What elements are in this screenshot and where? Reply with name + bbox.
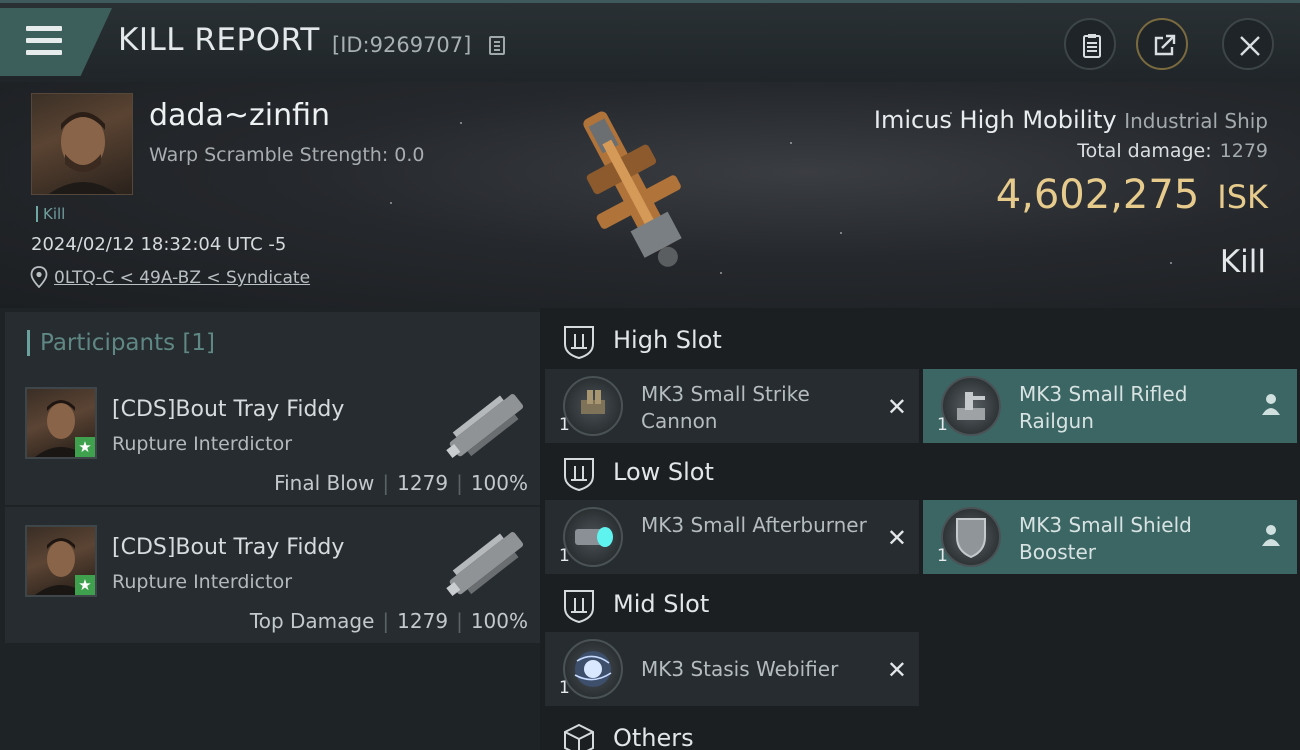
isk-unit: ISK (1217, 178, 1268, 216)
participant-damage: 1279 (397, 609, 449, 633)
participants-panel: Participants [1] ★ [CDS]Bout Tray Fiddy … (0, 308, 540, 750)
participants-title: Participants [1] (27, 330, 215, 356)
module-name: MK3 Small Strike Cannon (641, 382, 810, 433)
destroyed-x-icon: ✕ (886, 656, 907, 684)
ship-type-name: Imicus High Mobility (873, 106, 1117, 134)
ship-class: Industrial Ship (1124, 109, 1268, 133)
module-name: MK3 Small Shield Booster (1019, 513, 1192, 564)
close-icon (1240, 36, 1260, 56)
clipboard-icon (1083, 34, 1101, 58)
module-item[interactable]: 1 MK3 Small Shield Booster (923, 500, 1297, 574)
fitted-person-icon (1262, 525, 1280, 546)
module-quantity: 1 (559, 546, 570, 566)
low-slot-header: Low Slot (540, 442, 1300, 502)
module-item[interactable]: 1 MK3 Small Rifled Railgun (923, 369, 1297, 443)
participant-ship-image (446, 532, 524, 597)
strike-cannon-icon (563, 376, 623, 436)
low-slot-icon (564, 458, 594, 492)
copy-id-icon[interactable] (489, 36, 505, 55)
kill-result-label: Kill (1219, 244, 1266, 280)
module-item[interactable]: 1 MK3 Small Afterburner ✕ (545, 500, 919, 574)
fitting-panel: High Slot 1 MK3 Small Strike Cannon ✕ 1 … (540, 308, 1300, 750)
isk-value: 4,602,275 ISK (996, 172, 1268, 218)
railgun-icon (941, 376, 1001, 436)
participant-damage-percent: 100% (470, 471, 528, 495)
shield-booster-icon (941, 507, 1001, 567)
victim-avatar[interactable] (31, 93, 133, 195)
participant-role: Top Damage (249, 609, 375, 633)
victim-ship-image (583, 111, 682, 267)
header-accent-line (0, 0, 1300, 3)
module-name: MK3 Small Rifled Railgun (1019, 382, 1188, 433)
corp-member-star-icon: ★ (75, 437, 95, 457)
participant-ship: Rupture Interdictor (112, 433, 292, 455)
participant-row[interactable]: ★ [CDS]Bout Tray Fiddy Rupture Interdict… (5, 369, 540, 505)
total-damage: Total damage: 1279 (1077, 140, 1268, 162)
participant-stats: Final Blow | 1279 | 100% (274, 471, 528, 495)
kill-location-link[interactable]: 0LTQ-C < 49A-BZ < Syndicate (54, 268, 310, 288)
page-title: KILL REPORT (118, 22, 320, 58)
close-button[interactable] (1222, 18, 1274, 70)
module-item[interactable]: 1 MK3 Small Strike Cannon ✕ (545, 369, 919, 443)
participant-name[interactable]: [CDS]Bout Tray Fiddy (112, 397, 344, 422)
stasis-webifier-icon (563, 639, 623, 699)
victim-portrait-icon (48, 112, 118, 194)
module-name: MK3 Stasis Webifier (641, 657, 839, 681)
participant-ship: Rupture Interdictor (112, 571, 292, 593)
low-slot-label: Low Slot (613, 458, 714, 486)
kill-tag: Kill (36, 206, 65, 222)
module-quantity: 1 (937, 415, 948, 435)
fitted-person-icon (1262, 394, 1280, 415)
victim-name[interactable]: dada~zinfin (149, 98, 330, 133)
report-id: [ID:9269707] (332, 33, 472, 57)
participant-ship-image (446, 394, 524, 459)
participant-damage: 1279 (397, 471, 449, 495)
cargo-box-icon (564, 723, 594, 750)
share-icon (1154, 34, 1176, 56)
participant-role: Final Blow (274, 471, 375, 495)
menu-button[interactable] (0, 8, 112, 76)
isk-amount: 4,602,275 (995, 172, 1200, 218)
warp-scramble-strength: Warp Scramble Strength: 0.0 (149, 144, 425, 166)
participant-name[interactable]: [CDS]Bout Tray Fiddy (112, 535, 344, 560)
kill-timestamp: 2024/02/12 18:32:04 UTC -5 (31, 234, 287, 255)
clipboard-button[interactable] (1064, 18, 1116, 70)
others-header: Others (540, 708, 1300, 750)
high-slot-label: High Slot (613, 326, 722, 354)
mid-slot-header: Mid Slot (540, 574, 1300, 634)
header-bar: KILL REPORT [ID:9269707] (0, 0, 1300, 82)
participants-header: Participants [1] (5, 312, 540, 372)
destroyed-x-icon: ✕ (886, 393, 907, 421)
location-pin-icon (30, 266, 48, 288)
corp-member-star-icon: ★ (75, 575, 95, 595)
total-damage-label: Total damage: (1077, 140, 1212, 162)
module-quantity: 1 (937, 546, 948, 566)
mid-slot-icon (564, 590, 594, 624)
module-quantity: 1 (559, 415, 570, 435)
victim-ship-name[interactable]: Imicus High Mobility Industrial Ship (874, 106, 1268, 134)
afterburner-icon (563, 507, 623, 567)
high-slot-icon (564, 326, 594, 360)
destroyed-x-icon: ✕ (886, 524, 907, 552)
participant-stats: Top Damage | 1279 | 100% (249, 609, 528, 633)
module-quantity: 1 (559, 678, 570, 698)
mid-slot-label: Mid Slot (613, 590, 710, 618)
others-label: Others (613, 724, 694, 750)
module-name: MK3 Small Afterburner (641, 513, 867, 537)
total-damage-value: 1279 (1219, 140, 1268, 162)
high-slot-header: High Slot (540, 310, 1300, 370)
participant-row[interactable]: ★ [CDS]Bout Tray Fiddy Rupture Interdict… (5, 507, 540, 643)
module-item[interactable]: 1 MK3 Stasis Webifier ✕ (545, 632, 919, 706)
participant-damage-percent: 100% (470, 609, 528, 633)
share-button[interactable] (1136, 18, 1188, 70)
